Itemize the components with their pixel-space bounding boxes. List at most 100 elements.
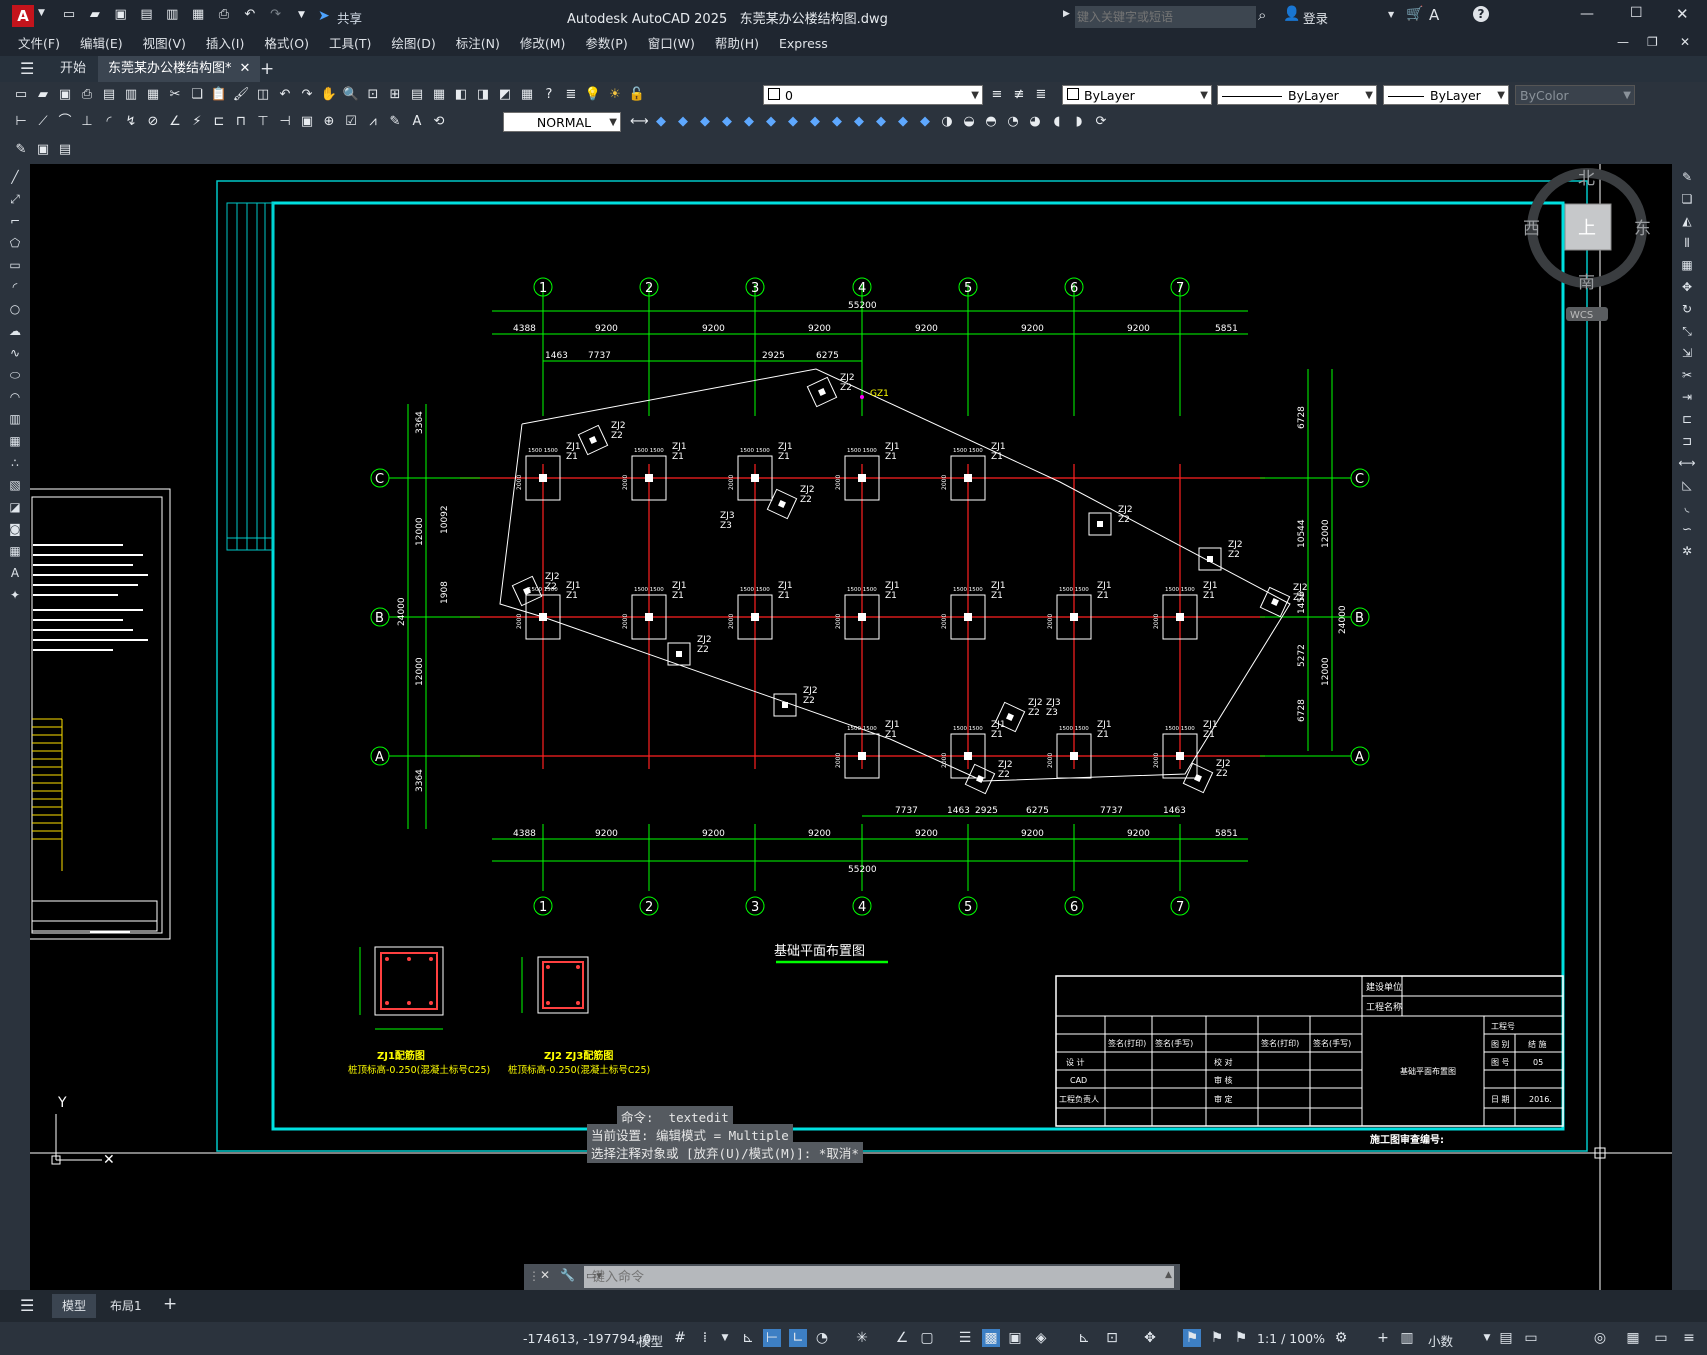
break-icon[interactable]: ⊐ bbox=[1676, 432, 1698, 450]
save-tb-icon[interactable]: ▣ bbox=[56, 86, 74, 104]
auto-scale-icon[interactable]: ⚑ bbox=[1208, 1329, 1226, 1347]
camera-icon[interactable]: ◕ bbox=[1026, 113, 1044, 131]
arc-icon[interactable]: ◜ bbox=[4, 278, 26, 296]
tab-close-icon[interactable]: ✕ bbox=[240, 61, 251, 76]
lock-ui-icon[interactable]: ▭ bbox=[1522, 1329, 1540, 1347]
menu-help[interactable]: 帮助(H) bbox=[705, 32, 769, 56]
ucs-world-icon[interactable]: ◆ bbox=[674, 113, 692, 131]
pan-icon[interactable]: ✋ bbox=[320, 86, 338, 104]
annotation-monitor-icon[interactable]: + bbox=[1374, 1329, 1392, 1347]
graphics-performance-icon[interactable]: ▦ bbox=[1624, 1329, 1642, 1347]
close-icon[interactable]: ✕ bbox=[1676, 5, 1689, 23]
dim-update-icon[interactable]: ⟲ bbox=[430, 113, 448, 131]
design-center-icon[interactable]: ▦ bbox=[430, 86, 448, 104]
inspection-icon[interactable]: ☑ bbox=[342, 113, 360, 131]
break-point-icon[interactable]: ⊏ bbox=[1676, 410, 1698, 428]
command-recent-icon[interactable]: ▭▾ bbox=[586, 1269, 602, 1282]
zoom-realtime-icon[interactable]: 🔍 bbox=[342, 86, 360, 104]
login-chevron-icon[interactable]: ▼ bbox=[1388, 10, 1394, 19]
otrack-icon[interactable]: ∠ bbox=[893, 1329, 911, 1347]
menu-modify[interactable]: 修改(M) bbox=[510, 32, 576, 56]
view-cube-wcs[interactable]: WCS bbox=[1570, 310, 1593, 321]
ucs-face-icon[interactable]: ◆ bbox=[718, 113, 736, 131]
selection-filter-icon[interactable]: ⊡ bbox=[1103, 1329, 1121, 1347]
minimize-icon[interactable]: — bbox=[1580, 6, 1594, 22]
gizmo-icon[interactable]: ✥ bbox=[1141, 1329, 1159, 1347]
ucs-origin-icon[interactable]: ◆ bbox=[784, 113, 802, 131]
insert-block-icon[interactable]: ▥ bbox=[4, 410, 26, 428]
command-input[interactable] bbox=[584, 1266, 1174, 1288]
share-icon[interactable]: ➤ bbox=[318, 8, 330, 24]
ucs-previous-icon[interactable]: ◆ bbox=[696, 113, 714, 131]
search-expand-icon[interactable]: ▶ bbox=[1063, 9, 1070, 19]
redo-icon[interactable]: ↷ bbox=[267, 6, 285, 24]
selection-cycling-icon[interactable]: ▣ bbox=[1006, 1329, 1024, 1347]
undo-icon[interactable]: ↶ bbox=[241, 6, 259, 24]
layer-freeze-icon[interactable]: ☀ bbox=[606, 86, 624, 104]
app-menu-chevron-icon[interactable]: ▼ bbox=[38, 8, 45, 18]
dim-space-icon[interactable]: ⊤ bbox=[254, 113, 272, 131]
osnap-icon[interactable]: ▢ bbox=[918, 1329, 936, 1347]
app-logo-icon[interactable]: A bbox=[12, 5, 34, 27]
workspace-save-icon[interactable]: ▣ bbox=[34, 141, 52, 159]
center-mark-icon[interactable]: ⊕ bbox=[320, 113, 338, 131]
add-selected-icon[interactable]: ✦ bbox=[4, 586, 26, 604]
open-file-icon[interactable]: ▰ bbox=[86, 6, 104, 24]
quick-properties-icon[interactable]: ▤ bbox=[1497, 1329, 1515, 1347]
paste-icon[interactable]: 📋 bbox=[210, 86, 228, 104]
new-tab-icon[interactable]: + bbox=[260, 59, 274, 79]
tool-palettes-icon[interactable]: ◧ bbox=[452, 86, 470, 104]
clean-screen-icon[interactable]: ▭ bbox=[1652, 1329, 1670, 1347]
menu-file[interactable]: 文件(F) bbox=[8, 32, 70, 56]
undo-tb-icon[interactable]: ↶ bbox=[276, 86, 294, 104]
zoom-window-icon[interactable]: ⊡ bbox=[364, 86, 382, 104]
shade-icon[interactable]: ◑ bbox=[938, 113, 956, 131]
circle-icon[interactable]: ○ bbox=[4, 300, 26, 318]
table-icon[interactable]: ▦ bbox=[4, 542, 26, 560]
explode-icon[interactable]: ✲ bbox=[1676, 542, 1698, 560]
menu-draw[interactable]: 绘图(D) bbox=[381, 32, 445, 56]
ellipse-arc-icon[interactable]: ◠ bbox=[4, 388, 26, 406]
units-icon[interactable]: ▥ bbox=[1398, 1329, 1416, 1347]
dim-ordinate-icon[interactable]: ⊥ bbox=[78, 113, 96, 131]
text-style-dropdown[interactable]: NORMAL ▼ bbox=[503, 112, 621, 132]
layer-lock-icon[interactable]: 🔓 bbox=[628, 86, 646, 104]
calculator-icon[interactable]: ▦ bbox=[518, 86, 536, 104]
xline-icon[interactable]: ⤢ bbox=[4, 190, 26, 208]
isodraft-icon[interactable]: ✳ bbox=[853, 1329, 871, 1347]
layer-previous-icon[interactable]: ≢ bbox=[1010, 86, 1028, 104]
linetype-dropdown[interactable]: ByLayer ▼ bbox=[1217, 85, 1377, 105]
infer-icon[interactable]: ⊾ bbox=[739, 1329, 757, 1347]
3d-print-icon[interactable]: ▦ bbox=[144, 86, 162, 104]
preview-icon[interactable]: ▤ bbox=[100, 86, 118, 104]
hamburger-menu-icon[interactable]: ☰ bbox=[20, 59, 34, 78]
ellipse-icon[interactable]: ⬭ bbox=[4, 366, 26, 384]
render-icon[interactable]: ◒ bbox=[960, 113, 978, 131]
join-icon[interactable]: ⟷ bbox=[1676, 454, 1698, 472]
layer-dropdown[interactable]: 0 ▼ bbox=[763, 85, 983, 105]
point-icon[interactable]: ∴ bbox=[4, 454, 26, 472]
transparency-icon[interactable]: ▩ bbox=[982, 1329, 1000, 1347]
fillet-icon[interactable]: ◟ bbox=[1676, 498, 1698, 516]
sheet-set-icon[interactable]: ◨ bbox=[474, 86, 492, 104]
user-icon[interactable]: 👤 bbox=[1283, 6, 1300, 22]
autodesk-app-icon[interactable]: A bbox=[1429, 6, 1439, 24]
save-icon[interactable]: ▣ bbox=[112, 6, 130, 24]
tab-start[interactable]: 开始 bbox=[50, 56, 96, 82]
qnew-icon[interactable]: ▭ bbox=[12, 86, 30, 104]
layout-menu-icon[interactable]: ☰ bbox=[20, 1296, 34, 1315]
view-cube-top[interactable]: 上 bbox=[1578, 218, 1596, 239]
zoom-previous-icon[interactable]: ⊞ bbox=[386, 86, 404, 104]
dim-edit-icon[interactable]: ✎ bbox=[386, 113, 404, 131]
share-button[interactable]: 共享 bbox=[337, 8, 362, 27]
3d-osnap-icon[interactable]: ◈ bbox=[1032, 1329, 1050, 1347]
annotation-visibility-icon[interactable]: ⚑ bbox=[1183, 1329, 1201, 1347]
copy-icon[interactable]: ❏ bbox=[188, 86, 206, 104]
help-icon[interactable]: ? bbox=[1473, 6, 1489, 22]
offset-icon[interactable]: ⫴ bbox=[1676, 234, 1698, 252]
annotation-scale-icon[interactable]: ⚑ bbox=[1232, 1329, 1250, 1347]
workspace-gear-icon[interactable]: ⚙ bbox=[1332, 1329, 1350, 1347]
ucs-object-icon[interactable]: ◆ bbox=[740, 113, 758, 131]
grid-icon[interactable]: # bbox=[671, 1329, 689, 1347]
qdim-icon[interactable]: ⚡ bbox=[188, 113, 206, 131]
